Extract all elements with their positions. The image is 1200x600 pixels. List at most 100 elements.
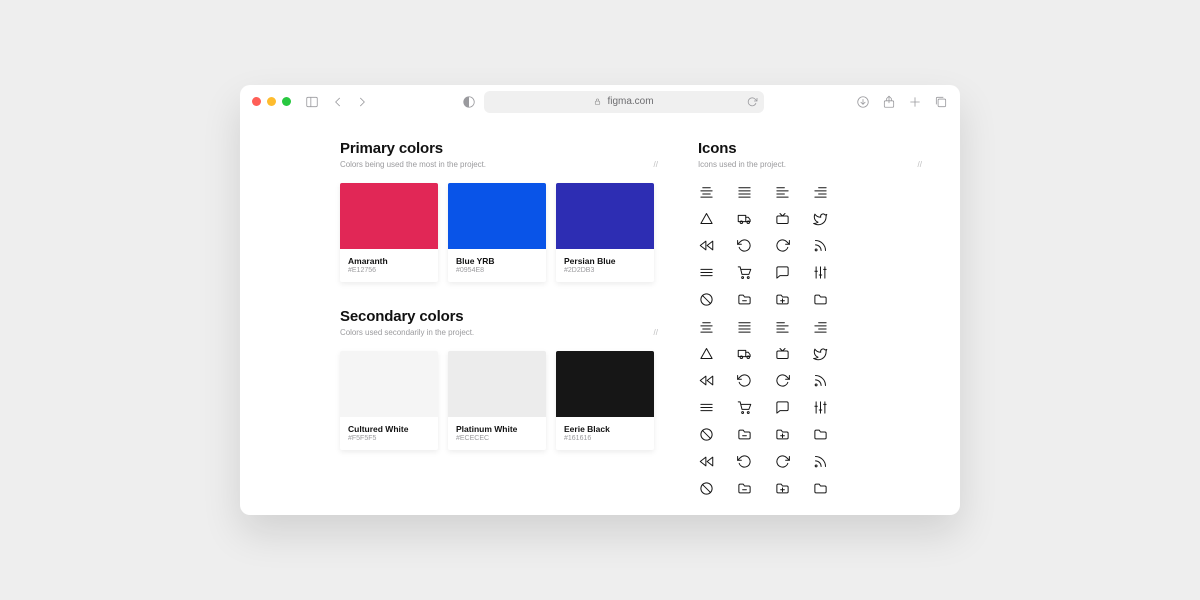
forward-button[interactable] bbox=[355, 95, 369, 109]
folder-icon[interactable] bbox=[812, 291, 828, 307]
twitter-icon[interactable] bbox=[812, 210, 828, 226]
folder-minus-icon[interactable] bbox=[736, 480, 752, 496]
folder-icon[interactable] bbox=[812, 426, 828, 442]
color-swatch[interactable]: Cultured White#F5F5F5 bbox=[340, 351, 438, 450]
rewind-icon[interactable] bbox=[698, 453, 714, 469]
rotate-cw-icon[interactable] bbox=[774, 453, 790, 469]
slash-circle-icon[interactable] bbox=[698, 480, 714, 496]
zoom-window-button[interactable] bbox=[282, 97, 291, 106]
align-center-icon[interactable] bbox=[698, 318, 714, 334]
swatch-hex: #161616 bbox=[564, 435, 646, 442]
rss-icon[interactable] bbox=[812, 453, 828, 469]
align-center-icon[interactable] bbox=[698, 183, 714, 199]
rotate-ccw-icon[interactable] bbox=[736, 237, 752, 253]
rotate-cw-icon[interactable] bbox=[774, 237, 790, 253]
new-tab-icon[interactable] bbox=[908, 95, 922, 109]
rotate-cw-icon[interactable] bbox=[774, 372, 790, 388]
sidebar-toggle-icon[interactable] bbox=[305, 95, 319, 109]
browser-toolbar: figma.com bbox=[240, 85, 960, 118]
swatch-color bbox=[556, 351, 654, 417]
truck-icon[interactable] bbox=[736, 210, 752, 226]
swatch-hex: #0954E8 bbox=[456, 267, 538, 274]
icon-grid bbox=[698, 183, 922, 496]
triangle-icon[interactable] bbox=[698, 210, 714, 226]
shopping-cart-icon[interactable] bbox=[736, 264, 752, 280]
folder-plus-icon[interactable] bbox=[774, 291, 790, 307]
shopping-cart-icon[interactable] bbox=[736, 399, 752, 415]
folder-minus-icon[interactable] bbox=[736, 291, 752, 307]
color-swatch[interactable]: Persian Blue#2D2DB3 bbox=[556, 183, 654, 282]
secondary-colors-section: Secondary colors Colors used secondarily… bbox=[340, 308, 658, 450]
rss-icon[interactable] bbox=[812, 372, 828, 388]
swatch-color bbox=[448, 183, 546, 249]
rotate-ccw-icon[interactable] bbox=[736, 453, 752, 469]
folder-icon[interactable] bbox=[812, 480, 828, 496]
primary-swatch-row: Amaranth#E12756Blue YRB#0954E8Persian Bl… bbox=[340, 183, 658, 282]
message-square-icon[interactable] bbox=[774, 264, 790, 280]
color-swatch[interactable]: Blue YRB#0954E8 bbox=[448, 183, 546, 282]
menu-icon[interactable] bbox=[698, 399, 714, 415]
rotate-ccw-icon[interactable] bbox=[736, 372, 752, 388]
align-left-icon[interactable] bbox=[774, 183, 790, 199]
swatch-color bbox=[448, 351, 546, 417]
swatch-color bbox=[340, 183, 438, 249]
rewind-icon[interactable] bbox=[698, 237, 714, 253]
share-icon[interactable] bbox=[882, 95, 896, 109]
window-controls bbox=[252, 97, 291, 106]
secondary-swatch-row: Cultured White#F5F5F5Platinum White#ECEC… bbox=[340, 351, 658, 450]
rss-icon[interactable] bbox=[812, 237, 828, 253]
sliders-icon[interactable] bbox=[812, 264, 828, 280]
icons-section: Icons Icons used in the project. // bbox=[698, 140, 922, 496]
section-marker: // bbox=[654, 328, 658, 337]
triangle-icon[interactable] bbox=[698, 345, 714, 361]
swatch-name: Amaranth bbox=[348, 256, 430, 266]
align-justify-icon[interactable] bbox=[736, 318, 752, 334]
twitter-icon[interactable] bbox=[812, 345, 828, 361]
tab-overview-icon[interactable] bbox=[934, 95, 948, 109]
downloads-icon[interactable] bbox=[856, 95, 870, 109]
url-text: figma.com bbox=[607, 96, 653, 107]
color-swatch[interactable]: Eerie Black#161616 bbox=[556, 351, 654, 450]
menu-icon[interactable] bbox=[698, 264, 714, 280]
folder-plus-icon[interactable] bbox=[774, 426, 790, 442]
color-swatch[interactable]: Amaranth#E12756 bbox=[340, 183, 438, 282]
back-button[interactable] bbox=[331, 95, 345, 109]
lock-icon bbox=[593, 97, 602, 106]
align-justify-icon[interactable] bbox=[736, 183, 752, 199]
section-title: Primary colors bbox=[340, 140, 486, 157]
reload-icon[interactable] bbox=[746, 96, 758, 108]
swatch-color bbox=[556, 183, 654, 249]
swatch-name: Blue YRB bbox=[456, 256, 538, 266]
section-marker: // bbox=[654, 160, 658, 169]
swatch-name: Platinum White bbox=[456, 424, 538, 434]
align-right-icon[interactable] bbox=[812, 183, 828, 199]
slash-circle-icon[interactable] bbox=[698, 426, 714, 442]
align-left-icon[interactable] bbox=[774, 318, 790, 334]
browser-window: figma.com Primary colors Colors being us… bbox=[240, 85, 960, 515]
minimize-window-button[interactable] bbox=[267, 97, 276, 106]
swatch-name: Cultured White bbox=[348, 424, 430, 434]
page-content: Primary colors Colors being used the mos… bbox=[240, 118, 960, 515]
swatch-hex: #2D2DB3 bbox=[564, 267, 646, 274]
color-swatch[interactable]: Platinum White#ECECEC bbox=[448, 351, 546, 450]
rewind-icon[interactable] bbox=[698, 372, 714, 388]
section-title: Icons bbox=[698, 140, 786, 157]
close-window-button[interactable] bbox=[252, 97, 261, 106]
truck-icon[interactable] bbox=[736, 345, 752, 361]
align-right-icon[interactable] bbox=[812, 318, 828, 334]
tv-icon[interactable] bbox=[774, 210, 790, 226]
folder-minus-icon[interactable] bbox=[736, 426, 752, 442]
swatch-name: Eerie Black bbox=[564, 424, 646, 434]
primary-colors-section: Primary colors Colors being used the mos… bbox=[340, 140, 658, 282]
message-square-icon[interactable] bbox=[774, 399, 790, 415]
folder-plus-icon[interactable] bbox=[774, 480, 790, 496]
swatch-hex: #ECECEC bbox=[456, 435, 538, 442]
privacy-report-icon[interactable] bbox=[462, 95, 476, 109]
address-bar[interactable]: figma.com bbox=[484, 91, 764, 113]
section-subtitle: Colors used secondarily in the project. bbox=[340, 328, 474, 337]
section-subtitle: Colors being used the most in the projec… bbox=[340, 160, 486, 169]
sliders-icon[interactable] bbox=[812, 399, 828, 415]
section-title: Secondary colors bbox=[340, 308, 474, 325]
slash-circle-icon[interactable] bbox=[698, 291, 714, 307]
tv-icon[interactable] bbox=[774, 345, 790, 361]
